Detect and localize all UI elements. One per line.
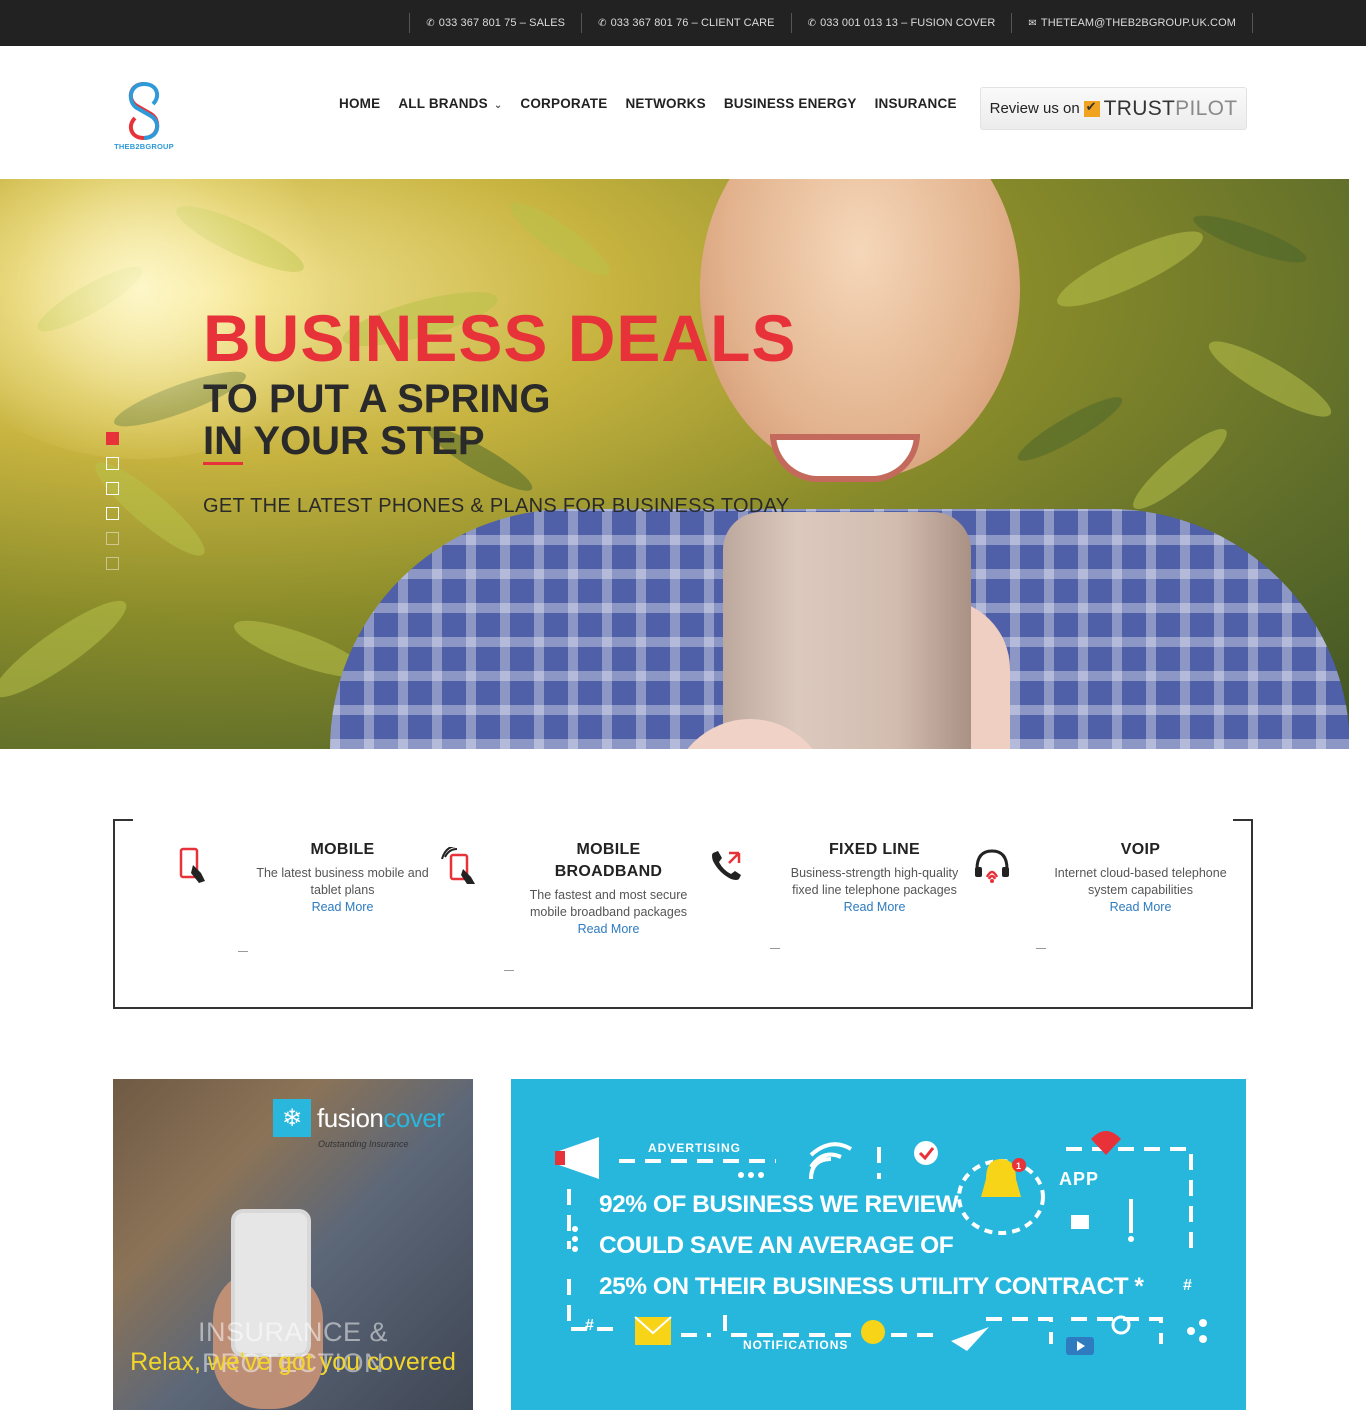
bell-badge-count: 1 xyxy=(1016,1161,1021,1171)
envelope-icon: ✉ xyxy=(1028,17,1037,29)
divider-dash xyxy=(1036,948,1046,949)
contact-label: 033 001 013 13 – FUSION COVER xyxy=(820,17,996,29)
trustpilot-brand: TRUSTPILOT xyxy=(1104,97,1238,121)
nav-label: NETWORKS xyxy=(625,96,706,111)
nav-label: BUSINESS ENERGY xyxy=(723,96,857,111)
nav-label: ALL BRANDS xyxy=(398,96,488,111)
slider-dot[interactable] xyxy=(106,482,119,495)
trustpilot-brand-b: PILOT xyxy=(1175,96,1238,120)
service-mobile-broadband: MOBILE BROADBAND The fastest and most se… xyxy=(396,839,687,999)
fusion-cover-tagline: Outstanding Insurance xyxy=(318,1139,409,1149)
slider-dot[interactable] xyxy=(106,432,119,445)
service-mobile: MOBILE The latest business mobile and ta… xyxy=(130,839,429,999)
phone-icon: ✆ xyxy=(807,17,817,29)
contact-label: THETEAM@THEB2BGROUP.UK.COM xyxy=(1040,17,1236,29)
read-more-link[interactable]: Read More xyxy=(1053,899,1228,916)
slider-dot[interactable] xyxy=(106,507,119,520)
divider-dash xyxy=(504,970,514,971)
site-header: THEB2BGROUP HOME ALL BRANDS ⌄ CORPORATE N… xyxy=(0,46,1366,179)
label-notifications: NOTIFICATIONS xyxy=(743,1338,849,1352)
trustpilot-prefix: Review us on xyxy=(989,100,1080,117)
trustpilot-review-button[interactable]: Review us on TRUSTPILOT xyxy=(980,87,1247,130)
fusion-cover-brand-b: cover xyxy=(383,1102,445,1133)
slider-dot[interactable] xyxy=(106,532,119,545)
hero-underline xyxy=(203,462,243,465)
service-description: Internet cloud-based telephone system ca… xyxy=(1054,866,1227,897)
fusion-cover-promo[interactable]: ❄ fusioncover Outstanding Insurance INSU… xyxy=(113,1079,473,1410)
nav-corporate[interactable]: CORPORATE xyxy=(511,96,616,111)
trustpilot-brand-a: TRUST xyxy=(1103,96,1176,120)
trustpilot-star-icon xyxy=(1083,99,1100,117)
logo-text: THEB2BGROUP xyxy=(114,142,174,151)
service-voip: VOIP Internet cloud-based telephone syst… xyxy=(928,839,1227,999)
site-logo[interactable]: THEB2BGROUP xyxy=(113,80,175,152)
headset-icon xyxy=(975,849,1009,883)
hero-tagline: GET THE LATEST PHONES & PLANS FOR BUSINE… xyxy=(203,495,790,517)
label-advertising: ADVERTISING xyxy=(648,1141,742,1155)
contact-client-care[interactable]: ✆ 033 367 801 76 – CLIENT CARE xyxy=(581,13,791,33)
hero-slider: BUSINESS DEALS TO PUT A SPRING IN YOUR S… xyxy=(0,179,1349,749)
fusion-cover-brand-a: fusion xyxy=(317,1102,384,1133)
frame-corner xyxy=(115,819,133,821)
slider-pagination xyxy=(106,432,119,582)
label-app: APP xyxy=(1059,1169,1100,1189)
nav-business-energy[interactable]: BUSINESS ENERGY xyxy=(715,96,866,111)
contact-fusion-cover[interactable]: ✆ 033 001 013 13 – FUSION COVER xyxy=(790,13,1012,33)
phone-icon: ✆ xyxy=(426,17,435,29)
contact-list: ✆ 033 367 801 75 – SALES ✆ 033 367 801 7… xyxy=(409,0,1253,46)
mobile-phone-icon xyxy=(179,847,205,883)
hero-phone-graphic xyxy=(723,512,971,749)
chevron-down-icon: ⌄ xyxy=(493,100,503,111)
slider-dot[interactable] xyxy=(106,457,119,470)
nav-all-brands[interactable]: ALL BRANDS ⌄ xyxy=(389,96,511,111)
contact-label: 033 367 801 76 – CLIENT CARE xyxy=(610,17,775,29)
mobile-broadband-icon xyxy=(441,847,475,884)
services-panel: MOBILE The latest business mobile and ta… xyxy=(113,819,1253,1009)
hero-subtitle-line: TO PUT A SPRING xyxy=(203,377,551,421)
promo-stat-line: COULD SAVE AN AVERAGE OF xyxy=(599,1232,954,1259)
promo-stat-line: 92% OF BUSINESS WE REVIEW xyxy=(599,1191,959,1218)
divider-dash xyxy=(770,948,780,949)
nav-networks[interactable]: NETWORKS xyxy=(616,96,714,111)
savings-promo-banner[interactable]: 1 ADVERTISING APP NOTIFICATIONS # # 92% … xyxy=(511,1079,1246,1410)
contact-email[interactable]: ✉ THETEAM@THEB2BGROUP.UK.COM xyxy=(1011,13,1253,33)
phone-call-icon xyxy=(712,851,741,880)
fusion-cover-logo: ❄ fusioncover xyxy=(273,1099,445,1137)
hero-title: BUSINESS DEALS xyxy=(203,301,797,375)
service-fixed-line: FIXED LINE Business-strength high-qualit… xyxy=(662,839,958,999)
service-body: VOIP Internet cloud-based telephone syst… xyxy=(1053,839,1228,916)
nav-label: HOME xyxy=(339,96,381,111)
slider-dot[interactable] xyxy=(106,557,119,570)
contact-label: 033 367 801 75 – SALES xyxy=(438,17,566,29)
hash-symbol: # xyxy=(1183,1277,1192,1294)
promo-stat-line: 25% ON THEIR BUSINESS UTILITY CONTRACT * xyxy=(599,1273,1144,1300)
nav-home[interactable]: HOME xyxy=(330,96,389,111)
contact-sales[interactable]: ✆ 033 367 801 75 – SALES xyxy=(409,13,581,33)
main-nav: HOME ALL BRANDS ⌄ CORPORATE NETWORKS BUSI… xyxy=(330,96,966,111)
top-contact-bar: ✆ 033 367 801 75 – SALES ✆ 033 367 801 7… xyxy=(0,0,1366,46)
nav-label: INSURANCE xyxy=(874,96,957,111)
hero-subtitle-line: IN YOUR STEP xyxy=(203,419,485,463)
promo-tagline: Relax, we've got you covered xyxy=(130,1348,456,1376)
phone-icon: ✆ xyxy=(598,17,607,29)
service-title: VOIP xyxy=(1120,841,1161,858)
nav-label: CORPORATE xyxy=(520,96,608,111)
fusion-cover-name: fusioncover xyxy=(317,1102,445,1134)
divider-dash xyxy=(238,951,248,952)
hero-subtitle: TO PUT A SPRING IN YOUR STEP xyxy=(203,378,550,462)
snowflake-icon: ❄ xyxy=(273,1099,311,1137)
logo-mark-icon xyxy=(128,81,160,141)
nav-insurance[interactable]: INSURANCE xyxy=(866,96,966,111)
hash-symbol: # xyxy=(585,1317,594,1334)
frame-corner xyxy=(1233,819,1251,821)
